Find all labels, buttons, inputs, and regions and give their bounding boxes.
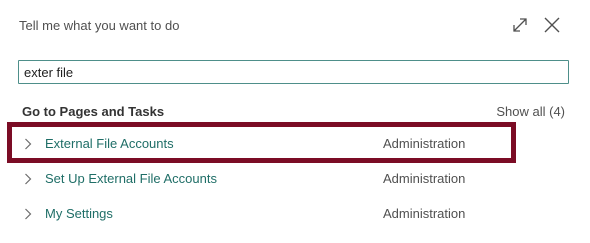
result-label: External File Accounts (45, 136, 174, 151)
chevron-right-icon (25, 173, 32, 185)
result-label: My Settings (45, 206, 113, 221)
result-row-my-settings[interactable]: My Settings Administration (20, 200, 520, 228)
result-row-external-file-accounts[interactable]: External File Accounts Administration (20, 130, 520, 158)
close-button[interactable] (541, 14, 563, 36)
search-input[interactable] (18, 60, 569, 84)
expand-button[interactable] (509, 14, 531, 36)
result-row-set-up-external-file-accounts[interactable]: Set Up External File Accounts Administra… (20, 165, 520, 193)
chevron-right-icon (25, 208, 32, 220)
result-category: Administration (383, 206, 466, 221)
result-category: Administration (383, 136, 466, 151)
dialog-title: Tell me what you want to do (19, 18, 180, 33)
show-all-link[interactable]: Show all (4) (496, 104, 565, 119)
result-category: Administration (383, 171, 466, 186)
chevron-right-icon (25, 138, 32, 150)
close-icon (544, 17, 560, 33)
expand-icon (513, 18, 527, 32)
result-label: Set Up External File Accounts (45, 171, 217, 186)
section-header: Go to Pages and Tasks (22, 104, 165, 119)
